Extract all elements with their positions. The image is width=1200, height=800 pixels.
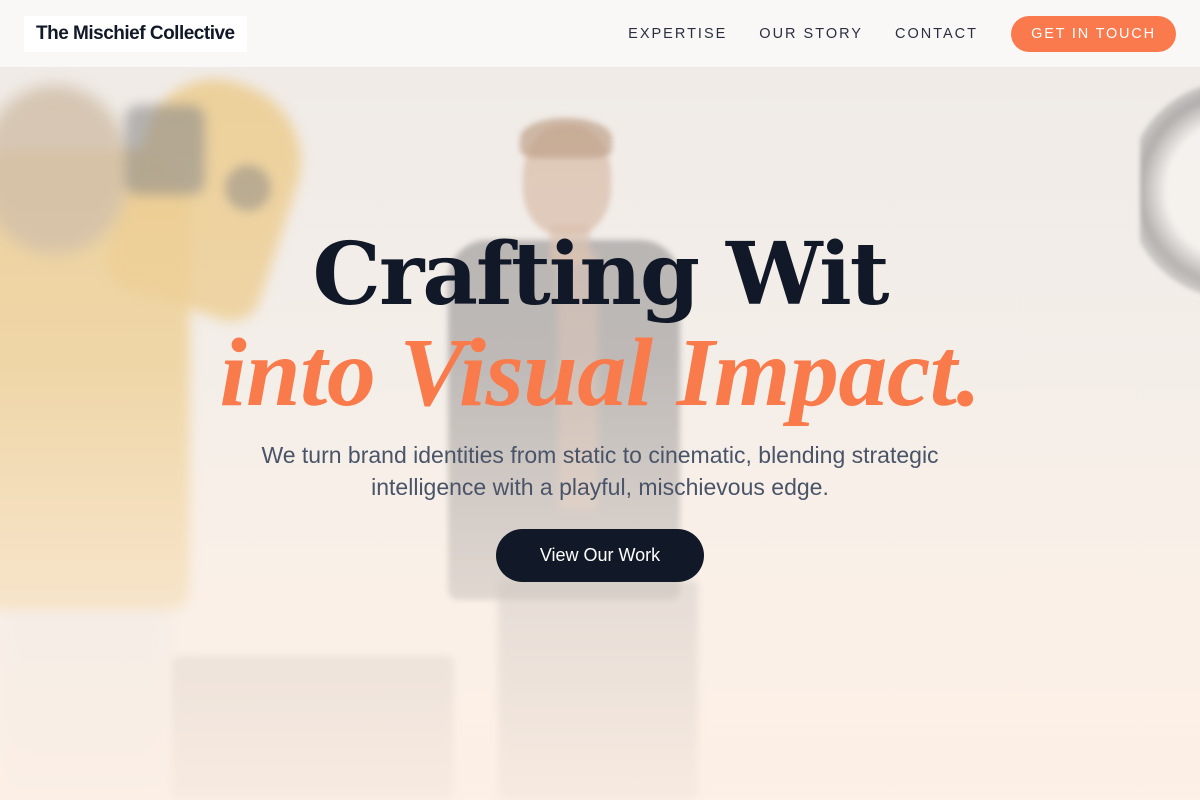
hero-section: Crafting Wit into Visual Impact. We turn… — [0, 225, 1200, 582]
nav-link-contact[interactable]: CONTACT — [895, 26, 978, 42]
brand-logo[interactable]: The Mischief Collective — [24, 15, 247, 52]
headline-line-2: into Visual Impact. — [219, 319, 981, 427]
top-navigation: The Mischief Collective EXPERTISE OUR ST… — [0, 0, 1200, 68]
hero-headline: Crafting Wit into Visual Impact. — [0, 224, 1200, 427]
nav-link-our-story[interactable]: OUR STORY — [759, 26, 863, 42]
view-our-work-button[interactable]: View Our Work — [496, 529, 704, 582]
headline-line-1: Crafting Wit — [312, 224, 890, 325]
nav-link-expertise[interactable]: EXPERTISE — [628, 26, 727, 42]
nav-links: EXPERTISE OUR STORY CONTACT GET IN TOUCH — [596, 15, 1176, 52]
hero-subtitle: We turn brand identities from static to … — [261, 442, 939, 500]
get-in-touch-button[interactable]: GET IN TOUCH — [1011, 15, 1176, 52]
